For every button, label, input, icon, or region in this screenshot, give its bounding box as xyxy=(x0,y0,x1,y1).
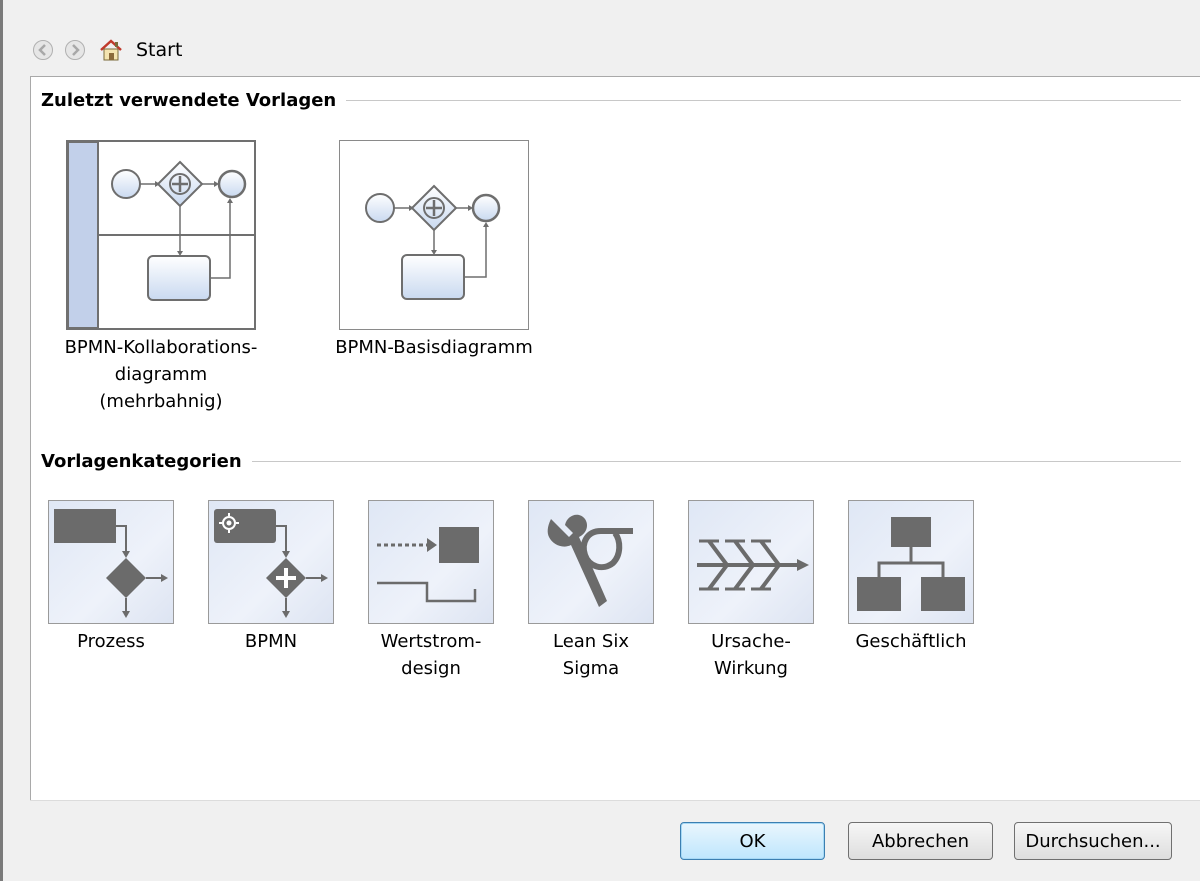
category-thumbnail xyxy=(848,500,974,624)
label-line: BPMN xyxy=(244,631,298,652)
label-line: BPMN-Basisdiagramm xyxy=(335,337,533,358)
category-thumbnail xyxy=(208,500,334,624)
template-label: BPMN-Kollaborations- diagramm (mehrbahni… xyxy=(41,334,281,415)
recent-templates-header: Zuletzt verwendete Vorlagen xyxy=(41,90,1181,111)
content-bottom-divider xyxy=(30,800,1200,801)
category-thumbnail xyxy=(48,500,174,624)
forward-arrow-icon[interactable] xyxy=(64,39,86,61)
back-arrow-icon[interactable] xyxy=(32,39,54,61)
bpmn-icon xyxy=(214,509,328,618)
location-label: Start xyxy=(136,39,183,61)
window-left-edge xyxy=(0,0,3,881)
category-label: BPMN xyxy=(191,628,351,655)
navigation-toolbar: Start xyxy=(32,30,182,70)
category-lean-six-sigma[interactable]: Lean Six Sigma xyxy=(511,500,671,682)
template-categories-header: Vorlagenkategorien xyxy=(41,451,1181,472)
header-rule xyxy=(346,100,1181,101)
label-line: Ursache- xyxy=(711,631,791,652)
label-line: Geschäftlich xyxy=(855,631,967,652)
label-line: Wirkung xyxy=(714,658,788,679)
category-label: Wertstrom- design xyxy=(351,628,511,682)
category-thumbnail xyxy=(688,500,814,624)
category-thumbnail xyxy=(368,500,494,624)
label-line: Lean Six xyxy=(552,631,630,652)
org-chart-icon xyxy=(857,517,965,611)
bpmn-collaboration-icon xyxy=(67,141,254,329)
header-rule xyxy=(251,461,1181,462)
wrench-sigma-icon xyxy=(547,514,633,607)
home-icon[interactable] xyxy=(98,37,124,63)
label-line: Prozess xyxy=(77,631,145,652)
label-line: Sigma xyxy=(562,658,620,679)
label-line: BPMN-Kollaborations- xyxy=(64,337,258,358)
template-gallery: Zuletzt verwendete Vorlagen BPMN-Kollabo… xyxy=(30,77,1200,800)
bpmn-basic-thumbnail xyxy=(339,140,529,330)
label-line: Wertstrom- xyxy=(380,631,482,652)
template-categories-title: Vorlagenkategorien xyxy=(41,451,242,472)
label-line: diagramm xyxy=(114,364,208,385)
bpmn-basic-icon xyxy=(365,184,501,300)
category-label: Prozess xyxy=(31,628,191,655)
category-ursache-wirkung[interactable]: Ursache- Wirkung xyxy=(671,500,831,682)
process-flow-icon xyxy=(54,509,168,618)
category-geschaeftlich[interactable]: Geschäftlich xyxy=(831,500,991,655)
category-bpmn[interactable]: BPMN xyxy=(191,500,351,655)
template-bpmn-basic[interactable]: BPMN-Basisdiagramm xyxy=(309,140,559,361)
category-label: Lean Six Sigma xyxy=(511,628,671,682)
category-wertstromdesign[interactable]: Wertstrom- design xyxy=(351,500,511,682)
category-thumbnail xyxy=(528,500,654,624)
category-label: Geschäftlich xyxy=(831,628,991,655)
category-label: Ursache- Wirkung xyxy=(671,628,831,682)
ok-button[interactable]: OK xyxy=(680,822,825,860)
label-line: (mehrbahnig) xyxy=(99,391,223,412)
new-diagram-dialog: Start Zuletzt verwendete Vorlagen BPMN-K… xyxy=(0,0,1200,881)
label-line: design xyxy=(401,658,461,679)
value-stream-icon xyxy=(377,527,479,603)
template-label: BPMN-Basisdiagramm xyxy=(309,334,559,361)
cancel-button[interactable]: Abbrechen xyxy=(848,822,993,860)
bpmn-collaboration-thumbnail xyxy=(66,140,256,330)
category-prozess[interactable]: Prozess xyxy=(31,500,191,655)
recent-templates-title: Zuletzt verwendete Vorlagen xyxy=(41,90,337,111)
template-bpmn-collaboration[interactable]: BPMN-Kollaborations- diagramm (mehrbahni… xyxy=(41,140,281,415)
fishbone-icon xyxy=(697,539,809,591)
browse-button[interactable]: Durchsuchen... xyxy=(1014,822,1172,860)
